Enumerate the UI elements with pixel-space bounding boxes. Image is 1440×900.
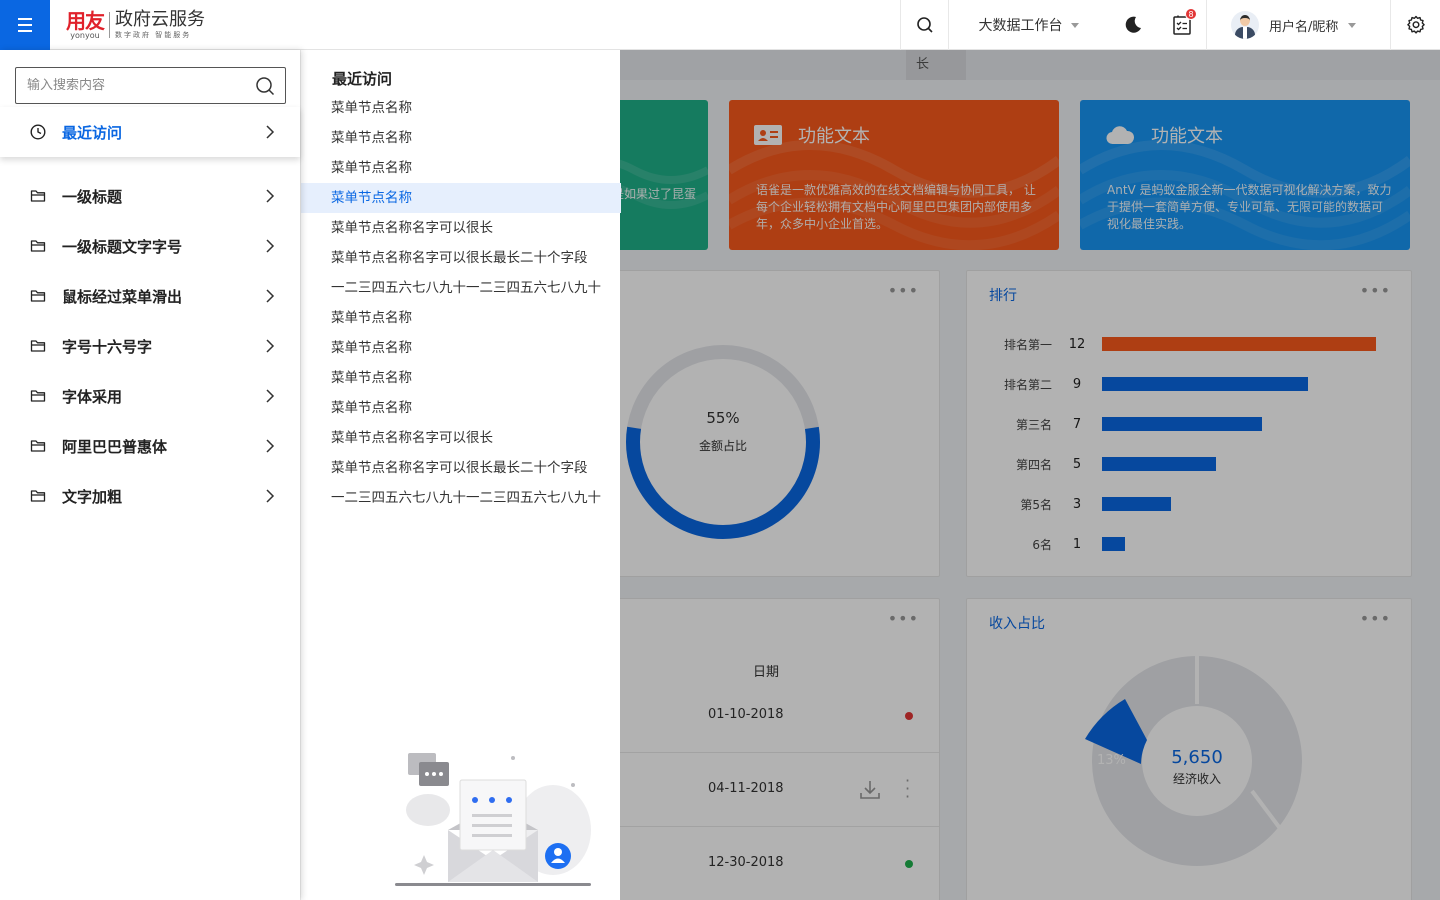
user-name: 用户名/昵称 [1269,19,1339,35]
submenu-item[interactable]: 菜单节点名称 [301,363,621,393]
folder-icon [30,340,46,352]
chevron-right-icon [266,439,275,453]
side-nav: 最近访问一级标题一级标题文字字号鼠标经过菜单滑出字号十六号字字体采用阿里巴巴普惠… [0,50,300,900]
brand-name-en: yonyou [70,30,100,40]
nav-item-label: 字号十六号字 [62,337,153,356]
top-bar: 用友 yonyou 政府云服务 数字政府 智能服务 大数据工作台 8 用户名/昵… [0,0,1440,50]
chevron-right-icon [266,389,275,403]
gear-icon [1406,15,1425,34]
workbench-dropdown[interactable]: 大数据工作台 [948,0,1108,50]
folder-icon [30,390,46,402]
avatar [1231,11,1259,39]
nav-item-label: 一级标题文字字号 [62,237,183,256]
submenu-item[interactable]: 菜单节点名称名字可以很长 [301,423,621,453]
dark-mode-toggle[interactable] [1108,0,1158,50]
search-icon[interactable] [255,76,275,96]
nav-item-label: 最近访问 [62,123,123,142]
top-right-tools: 大数据工作台 8 用户名/昵称 [900,0,1440,50]
todo-button[interactable]: 8 [1158,0,1206,50]
empty-inbox-illustration [395,753,591,886]
folder-icon [30,490,46,502]
submenu-item[interactable]: 菜单节点名称 [301,123,621,153]
todo-count-badge: 8 [1185,8,1197,20]
submenu-item[interactable]: 一二三四五六七八九十一二三四五六七八九十 [301,273,621,303]
settings-button[interactable] [1390,0,1440,50]
user-menu[interactable]: 用户名/昵称 [1206,0,1390,50]
submenu-item[interactable]: 菜单节点名称 [301,153,621,183]
submenu-item[interactable]: 菜单节点名称 [301,393,621,423]
submenu-title: 最近访问 [332,70,393,88]
hamburger-icon [18,18,32,20]
submenu-panel: 最近访问 菜单节点名称 菜单节点名称 菜单节点名称 菜单节点名称 菜单节点名称名字可以很… [300,50,621,900]
nav-item[interactable]: 阿里巴巴普惠体 [0,421,300,471]
submenu-item[interactable]: 菜单节点名称 [301,183,621,213]
folder-icon [30,290,46,302]
submenu-item[interactable]: 菜单节点名称 [301,333,621,363]
product-title: 政府云服务 数字政府 智能服务 [115,11,205,39]
chevron-right-icon [266,189,275,203]
clock-icon [30,124,46,140]
nav-item[interactable]: 字号十六号字 [0,321,300,371]
nav-item[interactable]: 最近访问 [0,107,300,157]
caret-down-icon [1070,22,1079,28]
nav-item-label: 字体采用 [62,387,123,406]
workbench-label: 大数据工作台 [978,18,1063,34]
search-icon [916,17,933,33]
hamburger-icon-line [18,30,32,32]
chevron-right-icon [266,339,275,353]
nav-item[interactable]: 字体采用 [0,371,300,421]
caret-down-icon [1348,22,1357,28]
brand-name-cn: 用友 [66,8,105,33]
brand-logo: 用友 yonyou [66,8,105,40]
nav-item-label: 阿里巴巴普惠体 [62,437,168,456]
nav-item-label: 文字加粗 [62,487,123,506]
moon-icon [1125,16,1141,33]
nav-search-input[interactable] [27,78,237,93]
hamburger-menu-button[interactable] [0,0,50,50]
submenu-item[interactable]: 菜单节点名称名字可以很长最长二十个字段 [301,453,621,483]
folder-icon [30,240,46,252]
product-slogan: 数字政府 智能服务 [115,31,192,39]
nav-item[interactable]: 一级标题 [0,171,300,221]
product-name: 政府云服务 [115,9,205,30]
nav-item-label: 一级标题 [62,187,123,206]
logo[interactable]: 用友 yonyou 政府云服务 数字政府 智能服务 [50,0,205,50]
submenu-item[interactable]: 菜单节点名称名字可以很长最长二十个字段 [301,243,621,273]
chevron-right-icon [266,239,275,253]
chevron-right-icon [266,125,275,139]
submenu-item[interactable]: 菜单节点名称 [301,303,621,333]
submenu-item[interactable]: 菜单节点名称名字可以很长 [301,213,621,243]
nav-item-label: 鼠标经过菜单滑出 [62,287,183,306]
folder-icon [30,440,46,452]
logo-divider [109,12,110,38]
nav-item[interactable]: 一级标题文字字号 [0,221,300,271]
nav-search-box [15,67,286,104]
submenu-item[interactable]: 菜单节点名称 [301,93,621,123]
hamburger-icon-line [18,24,32,26]
submenu-item[interactable]: 一二三四五六七八九十一二三四五六七八九十 [301,483,621,513]
chevron-right-icon [266,489,275,503]
nav-item[interactable]: 文字加粗 [0,471,300,521]
nav-item[interactable]: 鼠标经过菜单滑出 [0,271,300,321]
global-search-button[interactable] [900,0,948,50]
folder-icon [30,190,46,202]
chevron-right-icon [266,289,275,303]
